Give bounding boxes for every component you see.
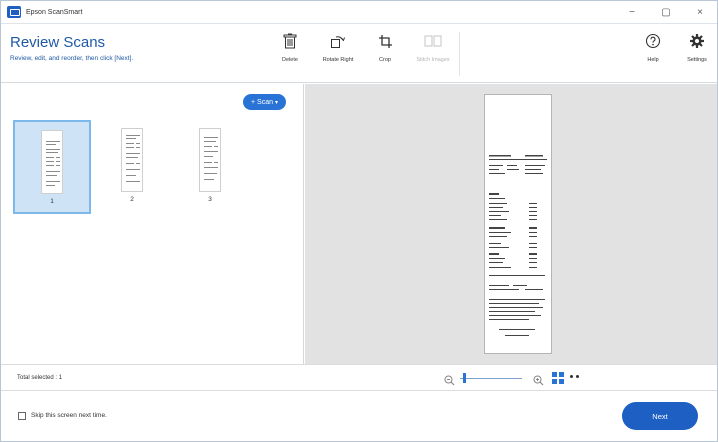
grid-view-icon[interactable]: [552, 372, 564, 384]
settings-button[interactable]: Settings: [672, 30, 718, 78]
toolbar-divider: [459, 32, 460, 76]
review-header: Review Scans Review, edit, and reorder, …: [1, 23, 717, 83]
stitch-images-label: Stitch Images: [416, 57, 450, 63]
thumbnail-number: 3: [208, 196, 212, 203]
skip-screen-label: Skip this screen next time.: [31, 412, 107, 419]
app-window: Epson ScanSmart − ▢ × Review Scans Revie…: [0, 0, 718, 442]
scansmart-app-icon: [7, 6, 21, 18]
settings-label: Settings: [687, 57, 707, 63]
zoom-slider-handle[interactable]: [463, 373, 466, 383]
window-controls: − ▢ ×: [615, 1, 717, 23]
thumbnail-number: 2: [130, 196, 134, 203]
maximize-button[interactable]: ▢: [649, 1, 683, 23]
title-bar: Epson ScanSmart − ▢ ×: [1, 1, 717, 23]
scan-button[interactable]: + Scan ▾: [243, 94, 287, 110]
receipt-thumbnail: [41, 130, 63, 194]
total-selected-text: Total selected : 1: [17, 374, 63, 381]
preview-panel: [305, 84, 717, 364]
stitch-images-button[interactable]: Stitch Images: [408, 30, 458, 78]
zoom-out-icon[interactable]: [444, 373, 455, 391]
receipt-preview-image: [484, 94, 552, 354]
thumbnail-number: 1: [50, 198, 54, 205]
help-label: Help: [647, 57, 659, 63]
thumbnail-panel: + Scan ▾ 1 2 3: [1, 84, 304, 364]
chevron-down-icon: ▾: [275, 99, 279, 106]
crop-icon: [375, 30, 395, 52]
next-button[interactable]: Next: [622, 402, 698, 430]
zoom-in-icon[interactable]: [533, 373, 544, 391]
stitch-images-icon: [423, 30, 443, 52]
page-subtitle: Review, edit, and reorder, then click [N…: [10, 55, 134, 62]
delete-label: Delete: [282, 57, 298, 63]
thumbnail-item[interactable]: 3: [171, 120, 249, 214]
zoom-toolbar: [304, 364, 717, 390]
rotate-right-label: Rotate Right: [322, 57, 354, 63]
rotate-right-button[interactable]: Rotate Right: [313, 30, 363, 78]
delete-button[interactable]: Delete: [265, 30, 315, 78]
skip-screen-checkbox[interactable]: [18, 412, 26, 420]
scan-button-label: + Scan: [251, 98, 273, 106]
thumbnail-item[interactable]: 1: [13, 120, 91, 214]
minimize-button[interactable]: −: [615, 1, 649, 23]
footer-bar: Skip this screen next time. Next: [1, 390, 717, 441]
window-title: Epson ScanSmart: [26, 8, 83, 16]
trash-icon: [280, 30, 300, 52]
receipt-thumbnail: [199, 128, 221, 192]
receipt-thumbnail: [121, 128, 143, 192]
crop-button[interactable]: Crop: [360, 30, 410, 78]
two-page-view-icon[interactable]: [570, 375, 579, 378]
thumbnail-item[interactable]: 2: [93, 120, 171, 214]
crop-label: Crop: [379, 57, 391, 63]
zoom-slider[interactable]: [460, 378, 522, 379]
close-button[interactable]: ×: [683, 1, 717, 23]
help-icon: [643, 30, 663, 52]
rotate-right-icon: [328, 30, 348, 52]
help-button[interactable]: Help: [628, 30, 678, 78]
gear-icon: [687, 30, 707, 52]
selection-status-bar: Total selected : 1: [1, 364, 304, 390]
page-title: Review Scans: [10, 34, 106, 51]
